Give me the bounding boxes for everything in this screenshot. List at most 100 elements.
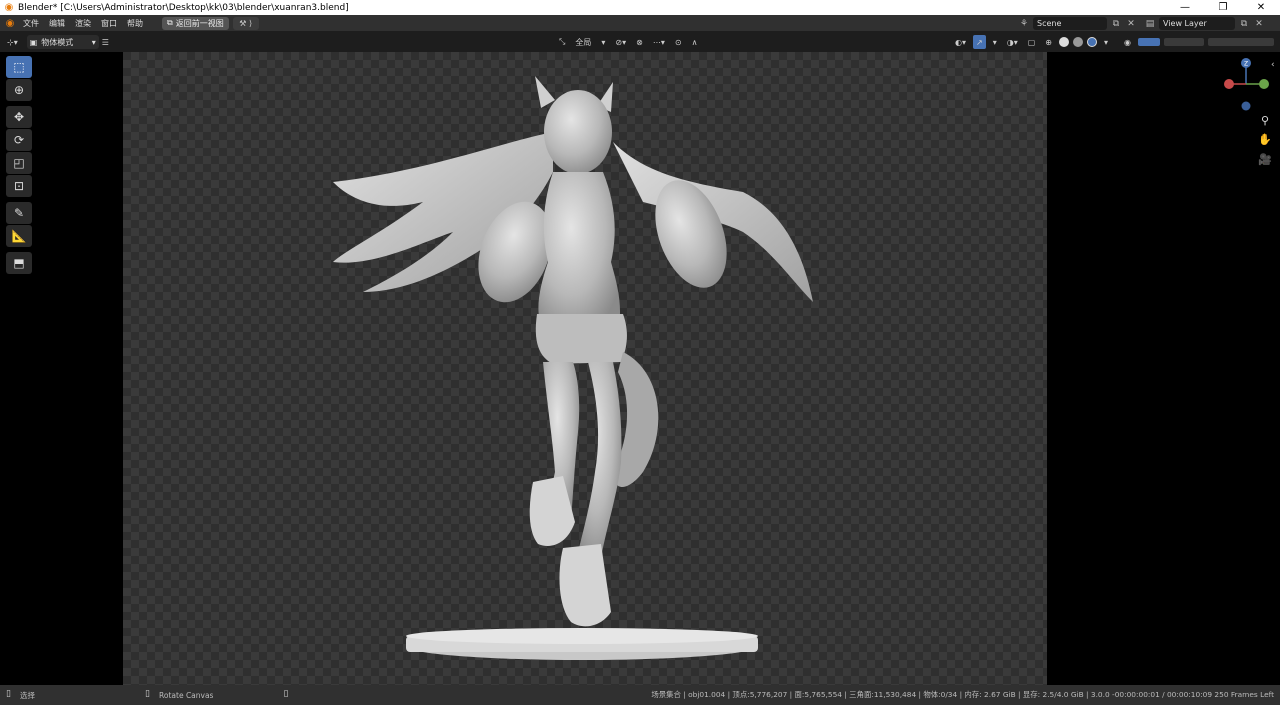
gizmo-y-axis[interactable] [1259,79,1269,89]
menu-file[interactable]: 文件 [18,18,44,29]
cursor-tool[interactable]: ⊕ [6,79,32,101]
cursor-icon: ⊕ [13,83,25,97]
chevron-down-icon[interactable]: ▾ [990,35,1000,49]
mouse-middle-icon: ▯ [145,689,150,699]
workspace-button[interactable]: ⚒ ⟩ [232,16,259,30]
cat-ear-left [535,76,555,108]
scene-selector-area: ⚘ Scene ⧉ ✕ ▤ View Layer ⧉ ✕ [1018,17,1265,30]
sidebar-toggle-icon[interactable]: ‹ [1271,60,1275,70]
workspace-icon: ⚒ ⟩ [239,18,253,28]
pan-hand-icon[interactable]: ✋ [1256,131,1274,149]
view-layer-icon[interactable]: ▤ [1144,18,1156,30]
material-shading-icon[interactable] [1072,37,1083,47]
gizmo-toggle-icon[interactable]: ↗ [973,35,986,49]
pivot-icon[interactable]: ⊘▾ [612,35,629,49]
rotate-icon: ⟳ [13,133,25,147]
xray-icon[interactable]: ▢ [1025,35,1039,49]
3d-viewport[interactable] [123,52,1047,685]
torso [538,172,621,332]
back-button-label: 返回前一视图 [175,18,224,28]
shorts [535,314,627,364]
editor-type-icon[interactable]: ⊹▾ [4,35,21,49]
add-cube-icon: ⬒ [13,256,25,270]
new-view-layer-icon[interactable]: ⧉ [1238,18,1250,30]
menu-render[interactable]: 渲染 [70,18,96,29]
menu-edit[interactable]: 编辑 [44,18,70,29]
right-leg [578,362,622,557]
viewport-display-controls: ◐▾ ↗ ▾ ◑▾ ▢ ⊕ ▾ ◉ [952,35,1274,49]
new-scene-icon[interactable]: ⧉ [1110,18,1122,30]
view-layer-name: View Layer [1163,19,1207,28]
toggle-bar[interactable] [1163,38,1204,46]
head [544,90,612,174]
maximize-button[interactable]: ❐ [1204,0,1242,15]
snap-icon[interactable]: ⊗ [633,35,646,49]
move-icon: ✥ [13,110,25,124]
gizmo-neg-z-axis[interactable] [1241,101,1251,111]
mouse-left-icon: ▯ [6,689,11,699]
scene-icon[interactable]: ⚘ [1018,18,1030,30]
status-left-action: 选择 [20,690,35,700]
navigation-gizmo[interactable]: Z [1220,56,1272,112]
toggle-bar[interactable] [1207,38,1274,46]
move-tool[interactable]: ✥ [6,106,32,128]
scene-name-field[interactable]: Scene [1033,17,1107,30]
mouse-right-icon: ▯ [283,689,289,699]
scene-statistics: 场景集合 | obj01.004 | 顶点:5,776,207 | 面:5,76… [651,690,1274,699]
select-box-tool[interactable]: ⬚ [6,56,32,78]
scale-tool[interactable]: ◰ [6,152,32,174]
right-region [1047,52,1280,685]
orientation-icon[interactable]: ⤡ [556,35,568,49]
eye-icon[interactable]: ◉ [1121,35,1134,49]
close-button[interactable]: ✕ [1242,0,1280,15]
back-to-previous-button[interactable]: ⧉ 返回前一视图 [162,16,229,30]
annotate-icon: ✎ [13,206,25,220]
menu-help[interactable]: 帮助 [122,18,148,29]
gizmo-x-axis[interactable] [1224,79,1234,89]
camera-view-icon[interactable]: 🎥 [1256,151,1274,169]
hamburger-menu-icon[interactable]: ☰ [99,35,112,49]
chevron-down-icon[interactable]: ▾ [1101,35,1111,49]
window-controls: — ❐ ✕ [1166,0,1280,15]
add-cube-tool[interactable]: ⬒ [6,252,32,274]
back-icon: ⧉ [167,18,173,27]
object-mode-select[interactable]: ▣ 物体模式 ▾ [26,35,99,49]
snap-target-icon[interactable]: ⋯▾ [650,35,668,49]
rendered-shading-icon[interactable] [1086,37,1097,47]
window-titlebar: ◉ Blender* [C:\Users\Administrator\Deskt… [0,0,1280,15]
menu-window[interactable]: 窗口 [96,18,122,29]
transform-tool[interactable]: ⊡ [6,175,32,197]
delete-view-layer-icon[interactable]: ✕ [1253,18,1265,30]
rotate-tool[interactable]: ⟳ [6,129,32,151]
blender-logo-icon[interactable]: ◉ [2,18,18,29]
chevron-down-icon: ▾ [91,37,96,47]
view-layer-field[interactable]: View Layer [1159,17,1235,30]
minimize-button[interactable]: — [1166,0,1204,15]
right-boot [559,544,611,627]
delete-scene-icon[interactable]: ✕ [1125,18,1137,30]
transform-icon: ⊡ [13,179,25,193]
solid-shading-icon[interactable] [1058,37,1069,47]
window-title: Blender* [C:\Users\Administrator\Desktop… [18,2,349,13]
zoom-icon[interactable]: ⚲ [1256,112,1274,130]
object-mode-icon: ▣ [29,37,38,47]
object-mode-label: 物体模式 [41,37,74,47]
blender-app-icon: ◉ [4,1,14,13]
gizmo-z-label: Z [1244,61,1248,68]
orientation-select[interactable]: 全局 [572,35,594,49]
select-box-icon: ⬚ [13,60,25,74]
annotate-tool[interactable]: ✎ [6,202,32,224]
viewport-header: ⊹▾ ▣ 物体模式 ▾ ☰ ⤡ 全局 ▾ ⊘▾ ⊗ ⋯▾ ⊙ ∧ ◐▾ ↗ ▾ … [0,32,1280,52]
overlay-icon[interactable]: ◑▾ [1004,35,1021,49]
measure-tool[interactable]: 📐 [6,225,32,247]
scale-icon: ◰ [13,156,25,170]
base-top [406,628,758,644]
toggle-bar[interactable] [1137,38,1160,46]
visibility-icon[interactable]: ◐▾ [952,35,969,49]
wireframe-shading-icon[interactable]: ⊕ [1042,35,1055,49]
falloff-icon[interactable]: ∧ [689,35,701,49]
measure-icon: 📐 [11,229,27,243]
chevron-down-icon[interactable]: ▾ [598,35,608,49]
tool-shelf: ⬚ ⊕ ✥ ⟳ ◰ ⊡ ✎ 📐 ⬒ [0,52,123,685]
proportional-edit-icon[interactable]: ⊙ [672,35,685,49]
